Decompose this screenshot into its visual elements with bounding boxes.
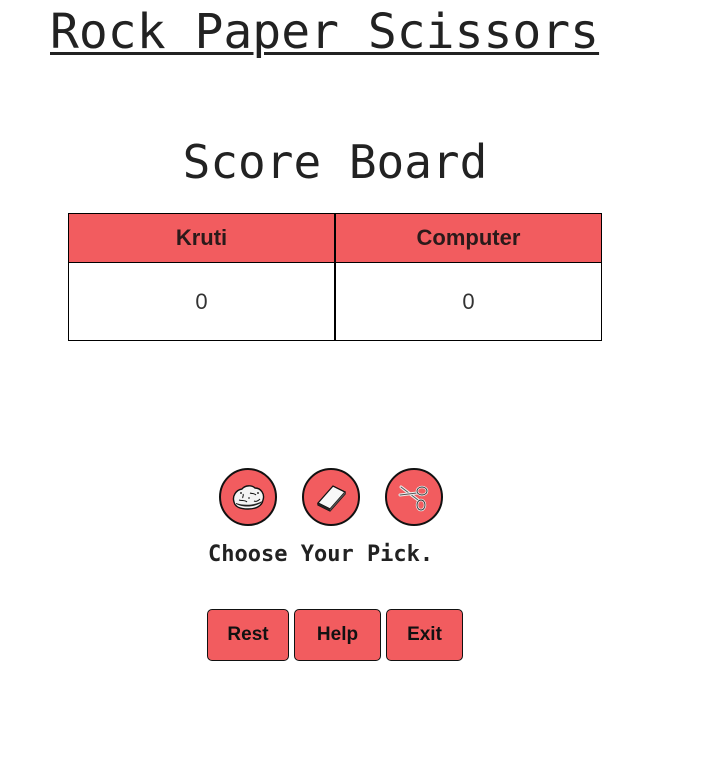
help-button[interactable]: Help (294, 609, 381, 661)
scoreboard-title: Score Board (182, 135, 488, 189)
player-column-header: Kruti (68, 213, 336, 263)
scissors-choice-button[interactable] (385, 468, 443, 526)
choice-buttons (219, 468, 443, 526)
paper-icon (316, 485, 347, 512)
score-table: Kruti Computer 0 0 (68, 213, 602, 341)
computer-score: 0 (334, 262, 602, 341)
paper-choice-button[interactable] (302, 468, 360, 526)
computer-column-header: Computer (334, 213, 602, 263)
control-buttons: Rest Help Exit (207, 609, 463, 661)
score-table-header-row: Kruti Computer (68, 213, 602, 263)
rest-button[interactable]: Rest (207, 609, 289, 661)
player-score: 0 (68, 262, 336, 341)
rock-choice-button[interactable] (219, 468, 277, 526)
score-table-row: 0 0 (68, 262, 602, 341)
rock-icon (232, 485, 265, 510)
exit-button[interactable]: Exit (386, 609, 463, 661)
scissors-icon (398, 485, 429, 512)
choose-pick-prompt: Choose Your Pick. (208, 542, 434, 567)
page-title: Rock Paper Scissors (50, 4, 600, 60)
